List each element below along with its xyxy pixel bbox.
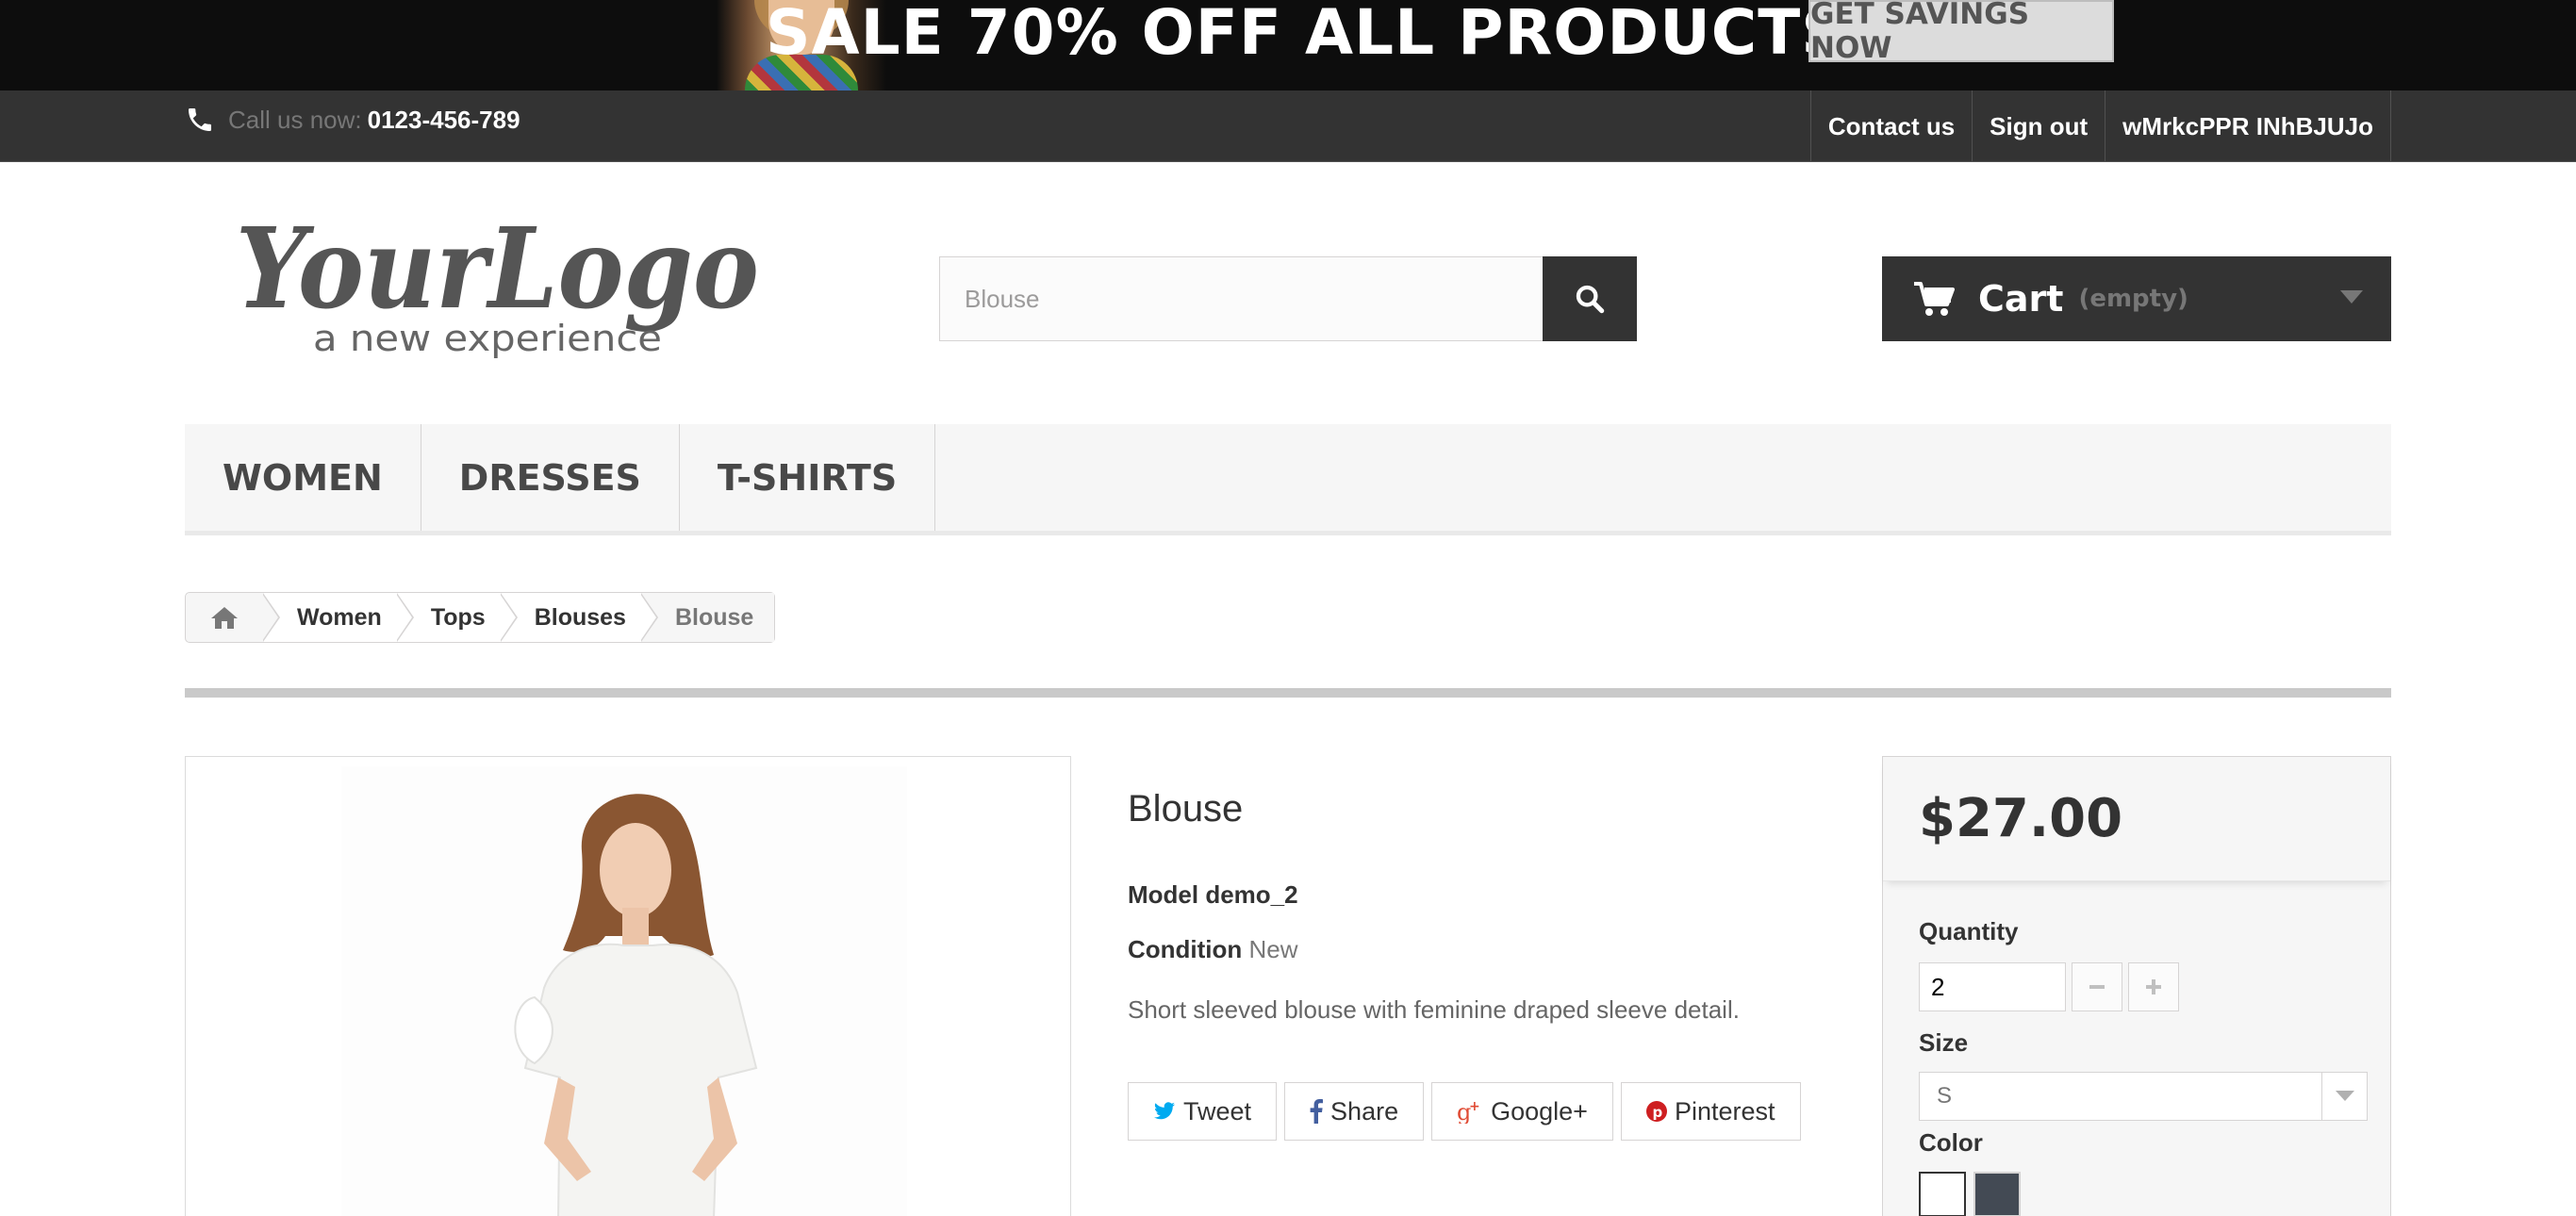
get-savings-button[interactable]: GET SAVINGS NOW xyxy=(1808,0,2114,65)
phone-number: 0123-456-789 xyxy=(367,105,520,134)
site-logo[interactable]: YourLogo a new experience xyxy=(228,198,775,368)
twitter-icon xyxy=(1154,1102,1175,1120)
contact-phone: Call us now: 0123-456-789 xyxy=(185,104,520,136)
menu-item-women[interactable]: WOMEN xyxy=(185,424,421,531)
minus-icon xyxy=(2089,985,2105,989)
product-model: Model demo_2 xyxy=(1128,880,1298,910)
size-label: Size xyxy=(1919,1028,1969,1057)
condition-value: New xyxy=(1248,935,1298,963)
size-select[interactable]: S xyxy=(1919,1072,2368,1121)
buy-box: $27.00 Quantity Size S Color xyxy=(1882,756,2391,1216)
promo-banner[interactable]: SALE 70% OFF ALL PRODUCTS GET SAVINGS NO… xyxy=(0,0,2576,90)
social-share-buttons: Tweet Share g + Google+ p Pinterest xyxy=(1128,1082,1801,1141)
product-title: Blouse xyxy=(1128,788,1244,830)
svg-text:p: p xyxy=(1652,1104,1662,1121)
chevron-down-icon xyxy=(2335,1091,2354,1101)
condition-label: Condition xyxy=(1128,935,1243,963)
main-menu: WOMEN DRESSES T-SHIRTS xyxy=(185,424,2391,535)
quantity-label: Quantity xyxy=(1919,917,2019,945)
color-swatch-white[interactable] xyxy=(1919,1172,1966,1216)
phone-icon xyxy=(189,108,211,131)
svg-text:YourLogo: YourLogo xyxy=(236,203,759,334)
tweet-button[interactable]: Tweet xyxy=(1128,1082,1278,1141)
breadcrumb-women[interactable]: Women xyxy=(262,593,397,642)
top-nav-bar: Call us now: 0123-456-789 Contact us Sig… xyxy=(0,90,2576,162)
home-icon xyxy=(211,607,238,629)
section-divider xyxy=(185,688,2391,698)
facebook-icon xyxy=(1310,1099,1324,1124)
pinterest-label: Pinterest xyxy=(1674,1096,1775,1126)
product-description: Short sleeved blouse with feminine drape… xyxy=(1128,995,1740,1024)
search-input[interactable] xyxy=(939,256,1543,341)
plus-icon xyxy=(2146,979,2161,994)
cart-icon xyxy=(1914,282,1955,316)
product-condition: Condition New xyxy=(1128,935,1298,964)
product-price: $27.00 xyxy=(1919,788,2123,849)
breadcrumb-home[interactable] xyxy=(186,593,263,642)
color-label: Color xyxy=(1919,1128,1983,1157)
model-label: Model xyxy=(1128,880,1199,909)
promo-text: SALE 70% OFF ALL PRODUCTS xyxy=(766,0,1847,69)
breadcrumb-blouses[interactable]: Blouses xyxy=(499,593,641,642)
color-swatch-dark-gray[interactable] xyxy=(1973,1172,2021,1216)
share-label: Share xyxy=(1330,1096,1399,1126)
pinterest-icon: p xyxy=(1645,1101,1667,1122)
account-link[interactable]: wMrkcPPR INhBJUJo xyxy=(2105,90,2391,162)
menu-item-t-shirts[interactable]: T-SHIRTS xyxy=(680,424,936,531)
cart-status: (empty) xyxy=(2078,285,2188,313)
breadcrumb: Women Tops Blouses Blouse xyxy=(185,592,776,643)
size-value: S xyxy=(1937,1083,1953,1109)
product-image[interactable] xyxy=(185,756,1071,1216)
google-plus-label: Google+ xyxy=(1491,1096,1588,1126)
pinterest-button[interactable]: p Pinterest xyxy=(1620,1082,1801,1141)
search-button[interactable] xyxy=(1543,256,1637,341)
phone-prefix: Call us now: xyxy=(228,105,362,134)
chevron-down-icon xyxy=(2340,290,2363,304)
breadcrumb-tops[interactable]: Tops xyxy=(395,593,501,642)
google-plus-icon: g+ xyxy=(1457,1099,1480,1124)
search-icon xyxy=(1576,285,1605,314)
tweet-label: Tweet xyxy=(1183,1096,1252,1126)
quantity-decrease-button[interactable] xyxy=(2072,962,2122,1011)
share-button[interactable]: Share xyxy=(1284,1082,1425,1141)
quantity-increase-button[interactable] xyxy=(2128,962,2179,1011)
cart-label: Cart xyxy=(1978,278,2064,320)
google-plus-button[interactable]: g + Google+ xyxy=(1431,1082,1613,1141)
svg-text:a new experience: a new experience xyxy=(313,318,662,359)
menu-item-dresses[interactable]: DRESSES xyxy=(421,424,680,531)
price-area: $27.00 xyxy=(1883,757,2390,881)
cart-button[interactable]: Cart (empty) xyxy=(1882,256,2391,341)
svg-text:+: + xyxy=(1469,1099,1480,1114)
search-form xyxy=(939,256,1637,341)
breadcrumb-current: Blouse xyxy=(639,593,775,642)
sign-out-link[interactable]: Sign out xyxy=(1972,90,2105,162)
quantity-input[interactable] xyxy=(1919,962,2066,1011)
contact-us-link[interactable]: Contact us xyxy=(1809,90,1972,162)
model-value: demo_2 xyxy=(1205,880,1298,909)
